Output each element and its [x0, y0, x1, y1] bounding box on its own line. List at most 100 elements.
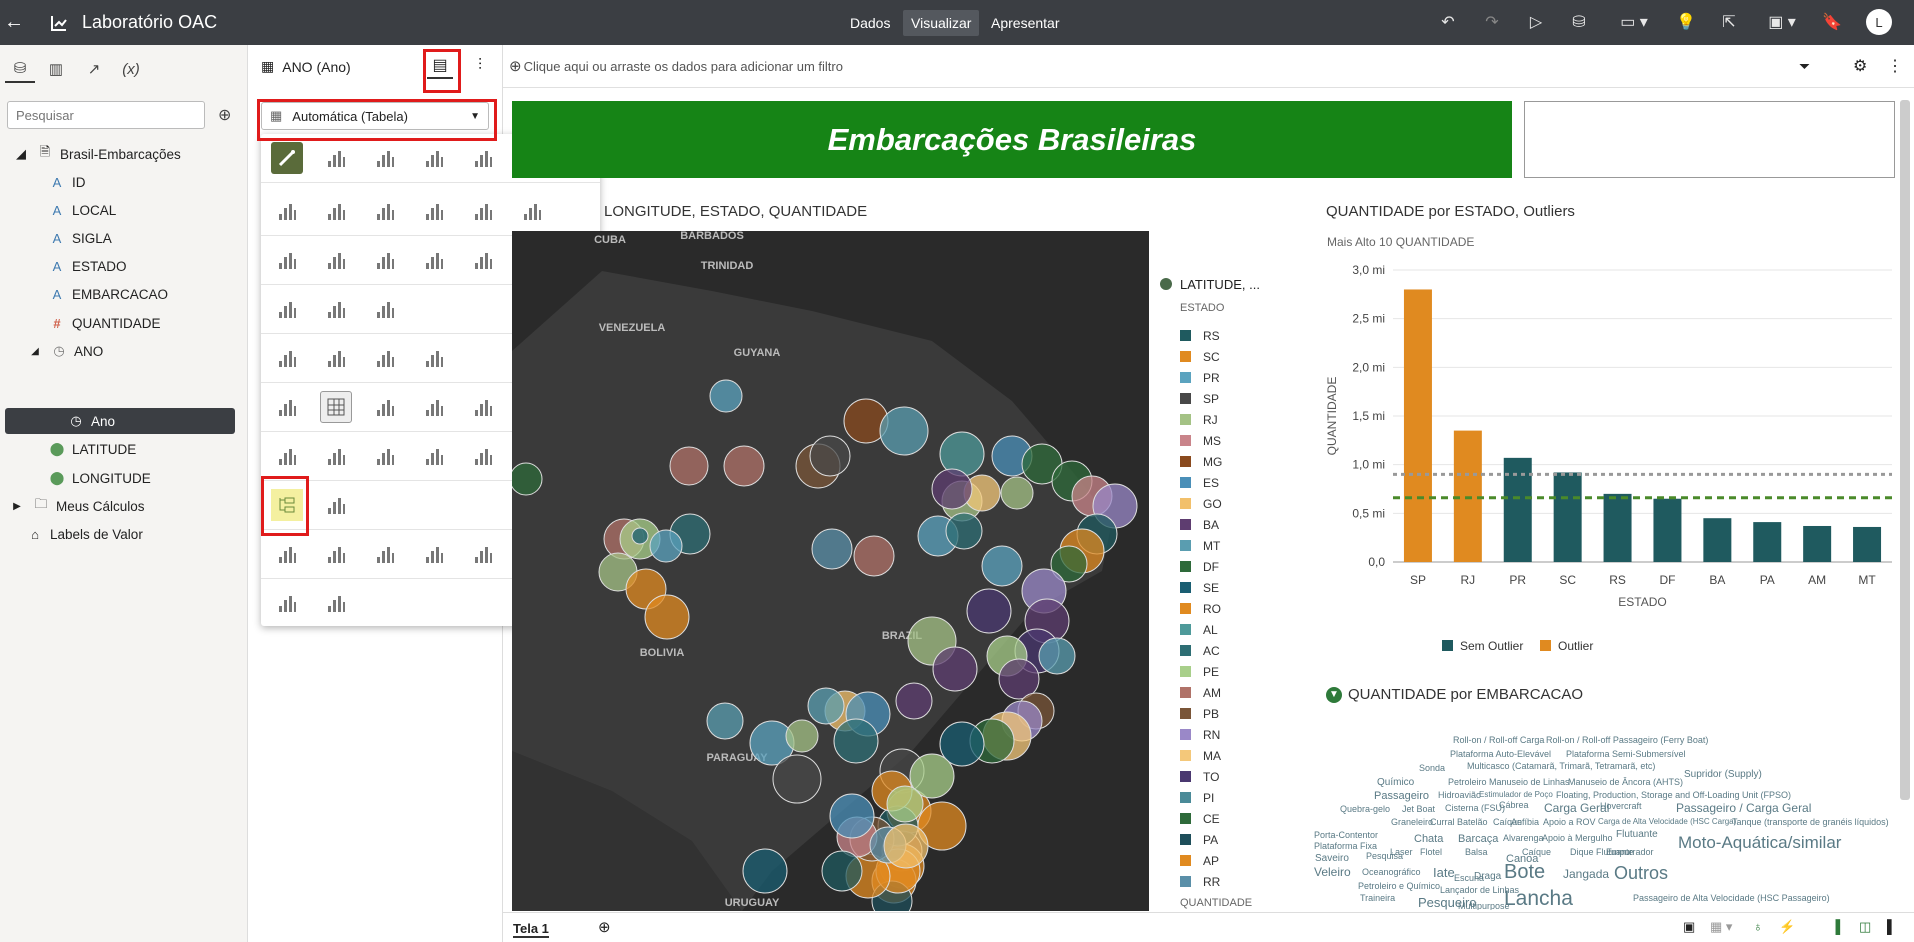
bar[interactable]	[1403, 289, 1432, 562]
legend-item[interactable]: PR	[1180, 367, 1220, 388]
mode-visualizar[interactable]: Visualizar	[903, 10, 980, 36]
calc-tab-icon[interactable]: (x)	[116, 55, 146, 83]
save-icon[interactable]: ▣ ▾	[1760, 8, 1804, 36]
map-bubble[interactable]	[966, 588, 1012, 634]
word-cloud-item[interactable]: Iate	[1433, 866, 1455, 879]
bar[interactable]	[1653, 498, 1682, 562]
legend-item[interactable]: PE	[1180, 661, 1219, 682]
boxplot-icon[interactable]	[369, 195, 401, 227]
narrate-icon[interactable]: ▭ ▾	[1612, 8, 1656, 36]
add-data-icon[interactable]: ⊕	[218, 105, 231, 125]
map-bubble[interactable]	[981, 545, 1023, 587]
field-longitude[interactable]: ⬤ LONGITUDE	[0, 465, 248, 491]
auto-insights-icon[interactable]: ♁	[1753, 919, 1763, 934]
word-cloud-item[interactable]: Cisterna (FSU)	[1445, 804, 1505, 813]
add-sheet-icon[interactable]: ⊕	[598, 918, 611, 936]
viz-tab-icon[interactable]: ▥	[41, 55, 71, 83]
word-cloud-item[interactable]: Multicasco (Catamarã, Trimarã, Tetramarã…	[1467, 762, 1655, 771]
mode-dados[interactable]: Dados	[842, 10, 898, 36]
legend-item[interactable]: RJ	[1180, 409, 1218, 430]
bar[interactable]	[1753, 522, 1782, 562]
viz-type-select[interactable]: ▦ Automática (Tabela) ▼	[261, 102, 489, 130]
pivot-hierarchy-icon[interactable]	[271, 489, 303, 521]
bookmark-icon[interactable]: 🔖	[1818, 8, 1846, 36]
filter-bar[interactable]: ⊕ Clique aqui ou arraste os dados para a…	[503, 45, 1914, 88]
word-cloud-item[interactable]: Pesquisa	[1366, 852, 1403, 861]
donut-icon[interactable]	[467, 244, 499, 276]
map-pin-icon[interactable]	[320, 538, 352, 570]
auto-viz-icon[interactable]	[271, 142, 303, 174]
map-bubble[interactable]	[709, 379, 743, 413]
map-bubble[interactable]	[932, 646, 978, 692]
legend-item[interactable]: PA	[1180, 829, 1218, 850]
bar-100-icon[interactable]	[418, 142, 450, 174]
add-filter-icon[interactable]: ⊕	[509, 57, 522, 75]
filter-funnel-icon[interactable]: ⏷	[1799, 58, 1810, 75]
map-bubble[interactable]	[883, 823, 929, 869]
lightning-icon[interactable]: ⚡	[1779, 919, 1795, 935]
map-bubble[interactable]	[785, 719, 819, 753]
field-ano[interactable]: ◢ ◷ ANO	[0, 338, 248, 364]
legend-item[interactable]: AM	[1180, 682, 1221, 703]
bar[interactable]	[1703, 518, 1732, 562]
map-bubble[interactable]	[649, 529, 683, 563]
bar[interactable]	[1803, 525, 1832, 562]
map-bubble[interactable]	[1038, 637, 1076, 675]
area-icon[interactable]	[369, 244, 401, 276]
map-bubble[interactable]	[772, 754, 822, 804]
bar[interactable]	[1603, 493, 1632, 562]
word-cloud-item[interactable]: Saveiro	[1315, 854, 1349, 864]
legend-item[interactable]: MS	[1180, 430, 1221, 451]
legend-item[interactable]: GO	[1180, 493, 1222, 514]
line-icon[interactable]	[271, 244, 303, 276]
avatar[interactable]: L	[1866, 9, 1892, 35]
map-bubble[interactable]	[879, 406, 929, 456]
word-cloud-item[interactable]: Porta-Contentor	[1314, 831, 1378, 840]
map-bubble[interactable]	[706, 702, 744, 740]
word-cloud-item[interactable]: Flotel	[1420, 848, 1442, 857]
word-cloud-item[interactable]: Lancha	[1504, 888, 1573, 909]
legend-item[interactable]: ES	[1180, 472, 1219, 493]
field-ano-child[interactable]: ◷ Ano	[5, 408, 235, 434]
bubble-map[interactable]: BARBADOSTRINIDADVENEZUELAGUYANABOLIVIABR…	[512, 231, 1149, 911]
legend-item[interactable]: BA	[1180, 514, 1219, 535]
legend-item[interactable]: SE	[1180, 577, 1219, 598]
tile-icon[interactable]	[467, 391, 499, 423]
text-icon[interactable]	[271, 587, 303, 619]
heatmap-icon[interactable]	[418, 342, 450, 374]
word-cloud-item[interactable]: Passageiro	[1374, 791, 1429, 802]
legend-item[interactable]: TO	[1180, 766, 1219, 787]
outlier-bar-chart[interactable]: 0,0 0,5 mi 1,0 mi 1,5 mi 2,0 mi 2,5 mi 3,0 mi Q…	[1320, 255, 1900, 655]
correlation-icon[interactable]	[369, 391, 401, 423]
viz-properties-icon[interactable]: ▤	[427, 53, 453, 79]
refresh-data-icon[interactable]: ⛁	[1565, 8, 1593, 36]
sankey-icon[interactable]	[369, 440, 401, 472]
bar-icon[interactable]	[320, 142, 352, 174]
word-cloud-item[interactable]: Químico	[1377, 778, 1414, 788]
filter-indicator-icon[interactable]: ▼	[1326, 686, 1342, 703]
word-cloud-item[interactable]: Sonda	[1419, 764, 1445, 773]
field-embarcacao[interactable]: A EMBARCACAO	[0, 281, 248, 307]
field-estado[interactable]: A ESTADO	[0, 253, 248, 279]
word-cloud-item[interactable]: Caíque	[1522, 848, 1551, 857]
candlestick-icon[interactable]	[467, 195, 499, 227]
map-bubble[interactable]	[809, 435, 851, 477]
data-tab-icon[interactable]: ⛁	[5, 55, 35, 83]
word-cloud-item[interactable]: Plataforma Auto-Elevável	[1450, 750, 1551, 759]
combo-icon[interactable]	[271, 195, 303, 227]
legend-item[interactable]: AL	[1180, 619, 1218, 640]
canvas-scrollbar[interactable]	[1900, 100, 1910, 800]
layout-grid-icon[interactable]: ▦ ▾	[1710, 919, 1732, 935]
image-icon[interactable]	[320, 587, 352, 619]
word-cloud-item[interactable]: Apoio à Mergulho	[1542, 834, 1613, 843]
map-bubble[interactable]	[895, 682, 933, 720]
word-cloud-item[interactable]: Alvarenga	[1503, 834, 1544, 843]
map-bubble[interactable]	[853, 535, 895, 577]
bar[interactable]	[1853, 526, 1882, 562]
legend-item[interactable]: DF	[1180, 556, 1219, 577]
radar-icon[interactable]	[369, 342, 401, 374]
map-bubble[interactable]	[631, 527, 649, 545]
mode-apresentar[interactable]: Apresentar	[983, 10, 1067, 36]
network-icon[interactable]	[271, 440, 303, 472]
waterfall-icon[interactable]	[418, 195, 450, 227]
